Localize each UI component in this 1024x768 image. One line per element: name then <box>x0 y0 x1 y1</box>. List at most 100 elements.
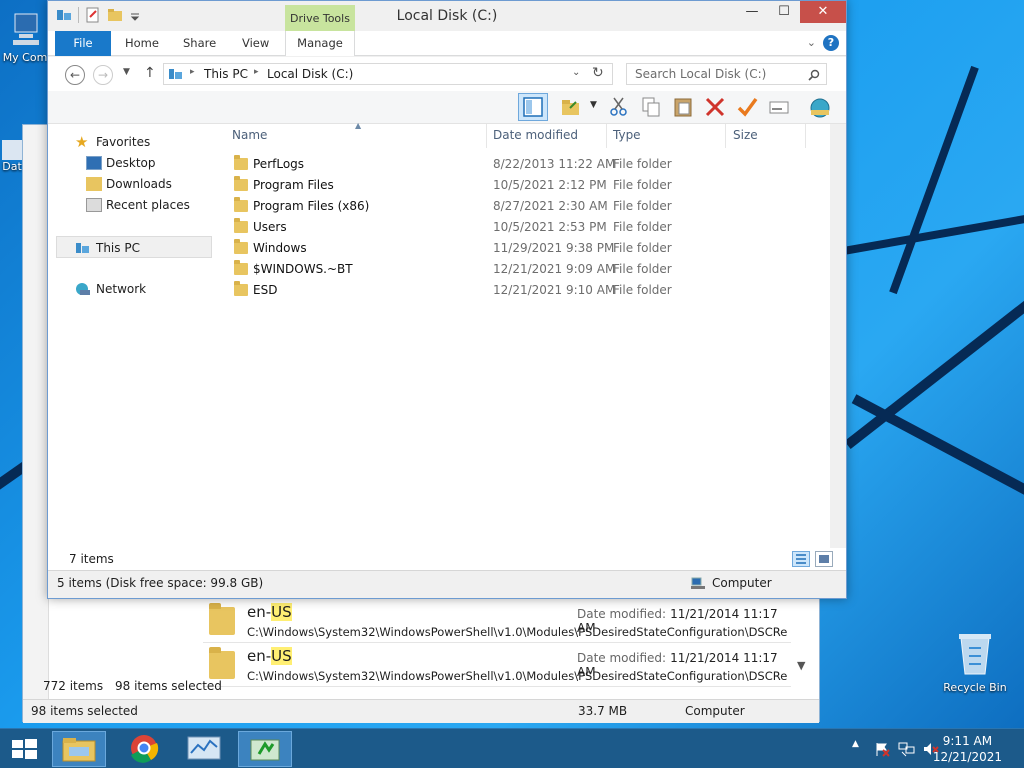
preview-pane-button[interactable] <box>518 93 548 121</box>
file-row[interactable]: Windows 11/29/2021 9:38 PM File folder <box>228 238 798 259</box>
search-result-item[interactable]: en-US Date modified: 11/21/2014 11:17 AM … <box>203 599 791 643</box>
start-button[interactable] <box>0 731 48 767</box>
file-row[interactable]: Program Files (x86) 8/27/2021 2:30 AM File… <box>228 196 798 217</box>
up-arrow-icon[interactable]: ↑ <box>144 65 156 81</box>
file-icon <box>2 140 22 160</box>
bg-status-selected: 98 items selected <box>31 704 138 718</box>
nav-item-desktop[interactable]: Desktop <box>48 152 220 174</box>
result-name: en- <box>247 603 272 621</box>
column-header-date-modified[interactable]: Date modified <box>493 128 578 142</box>
help-icon[interactable]: ? <box>823 35 839 51</box>
column-header-name[interactable]: Name <box>232 128 267 142</box>
folder-icon <box>209 647 235 679</box>
large-icons-view-icon <box>819 555 829 563</box>
large-icons-view-button[interactable] <box>815 551 833 567</box>
close-button[interactable]: ✕ <box>800 1 846 23</box>
taskbar-chrome[interactable] <box>118 731 172 767</box>
delete-icon[interactable] <box>704 96 726 118</box>
minimize-button[interactable]: — <box>736 1 768 23</box>
file-row[interactable]: $WINDOWS.~BT 12/21/2021 9:09 AM File folde… <box>228 259 798 280</box>
desktop-icon-label: Recycle Bin <box>943 681 1007 694</box>
move-to-icon[interactable] <box>560 96 582 118</box>
nav-item-label: Recent places <box>106 198 190 212</box>
recycle-bin-desktop-icon[interactable]: Recycle Bin <box>940 630 1010 694</box>
search-result-item[interactable]: en-US Date modified: 11/21/2014 11:17 AM … <box>203 643 791 687</box>
window-controls: — ☐ ✕ <box>736 1 846 23</box>
taskbar-app[interactable] <box>238 731 292 767</box>
file-date: 12/21/2021 9:10 AM <box>493 283 616 297</box>
clock-time: 9:11 AM <box>942 734 993 748</box>
file-row[interactable]: PerfLogs 8/22/2013 11:22 AM File folder <box>228 154 798 175</box>
nav-item-recent-places[interactable]: Recent places <box>48 194 220 216</box>
file-name: PerfLogs <box>253 157 305 171</box>
bg-status-bar: 98 items selected 33.7 MB Computer <box>23 699 819 723</box>
maximize-button[interactable]: ☐ <box>768 1 800 23</box>
refresh-icon[interactable]: ↻ <box>592 65 604 81</box>
folder-icon <box>234 260 248 275</box>
search-icon[interactable] <box>808 69 820 81</box>
status-location: Computer <box>712 576 772 590</box>
tab-manage[interactable]: Manage <box>285 31 355 56</box>
rename-icon[interactable] <box>736 96 758 118</box>
window-title: Local Disk (C:) <box>396 8 498 24</box>
properties-pane-icon[interactable] <box>768 96 790 118</box>
file-list[interactable]: ▲ Name Date modified Type Size PerfLogs 8… <box>220 121 830 548</box>
file-name: Users <box>253 220 287 234</box>
recent-places-icon <box>86 198 102 212</box>
file-date: 11/29/2021 9:38 PM <box>493 241 615 255</box>
breadcrumb-this-pc[interactable]: This PC <box>204 67 248 81</box>
details-view-button[interactable] <box>792 551 810 567</box>
system-clock[interactable]: 9:11 AM 12/21/2021 <box>933 733 1002 765</box>
title-bar[interactable]: Drive Tools Local Disk (C:) — ☐ ✕ <box>48 1 846 31</box>
breadcrumb-local-disk[interactable]: Local Disk (C:) <box>267 67 353 81</box>
tab-view[interactable]: View <box>242 31 269 56</box>
column-header-size[interactable]: Size <box>733 128 758 142</box>
file-date: 10/5/2021 2:12 PM <box>493 178 607 192</box>
column-header-type[interactable]: Type <box>613 128 641 142</box>
paste-icon[interactable] <box>672 96 694 118</box>
cut-icon[interactable] <box>608 96 630 118</box>
command-toolbar: ▼ <box>48 91 846 124</box>
my-computer-desktop-icon[interactable]: My Com <box>0 10 50 64</box>
scroll-down-arrow-icon[interactable]: ▼ <box>797 659 805 672</box>
this-pc-icon <box>169 69 182 79</box>
copy-icon[interactable] <box>640 96 662 118</box>
tab-home[interactable]: Home <box>125 31 159 56</box>
action-center-flag-icon[interactable] <box>874 741 890 757</box>
address-dropdown-chevron-icon[interactable]: ⌄ <box>572 67 580 78</box>
recycle-bin-icon <box>959 634 991 675</box>
nav-item-favorites[interactable]: ★ Favorites <box>48 131 220 153</box>
address-bar[interactable]: ▸ This PC ▸ Local Disk (C:) ⌄ ↻ <box>163 63 613 85</box>
recent-locations-chevron-icon[interactable]: ▼ <box>123 67 130 77</box>
expand-ribbon-chevron-icon[interactable]: ⌄ <box>807 36 816 49</box>
bg-items-selected: 98 items selected <box>115 679 222 693</box>
file-row[interactable]: ESD 12/21/2021 9:10 AM File folder <box>228 280 798 301</box>
file-row[interactable]: Users 10/5/2021 2:53 PM File folder <box>228 217 798 238</box>
taskbar-task-manager[interactable] <box>178 731 232 767</box>
forward-button[interactable]: → <box>93 65 113 85</box>
show-hidden-icons-chevron-icon[interactable]: ▲ <box>852 739 859 749</box>
nav-item-this-pc[interactable]: This PC <box>56 236 212 258</box>
column-divider <box>606 124 607 148</box>
tab-file[interactable]: File <box>55 31 111 56</box>
back-button[interactable]: ← <box>65 65 85 85</box>
this-pc-icon <box>76 243 89 253</box>
network-status-icon[interactable] <box>898 741 916 757</box>
sort-ascending-icon: ▲ <box>355 121 362 130</box>
wallpaper-beam <box>844 281 1024 449</box>
network-globe-icon[interactable] <box>808 96 830 118</box>
downloads-icon <box>86 177 102 191</box>
details-view-icon <box>796 554 806 564</box>
explorer-window[interactable]: Drive Tools Local Disk (C:) — ☐ ✕ File H… <box>47 0 847 599</box>
file-name: $WINDOWS.~BT <box>253 262 353 276</box>
taskbar-file-explorer[interactable] <box>52 731 106 767</box>
nav-item-network[interactable]: Network <box>48 278 220 300</box>
column-divider <box>486 124 487 148</box>
tab-share[interactable]: Share <box>183 31 216 56</box>
data-desktop-icon[interactable]: Dat <box>0 140 24 173</box>
navigation-pane: ★ Favorites Desktop Downloads Recent pla… <box>48 124 220 548</box>
nav-item-downloads[interactable]: Downloads <box>48 173 220 195</box>
search-input[interactable]: Search Local Disk (C:) <box>626 63 827 85</box>
background-window-edge <box>23 125 49 721</box>
file-row[interactable]: Program Files 10/5/2021 2:12 PM File folde… <box>228 175 798 196</box>
